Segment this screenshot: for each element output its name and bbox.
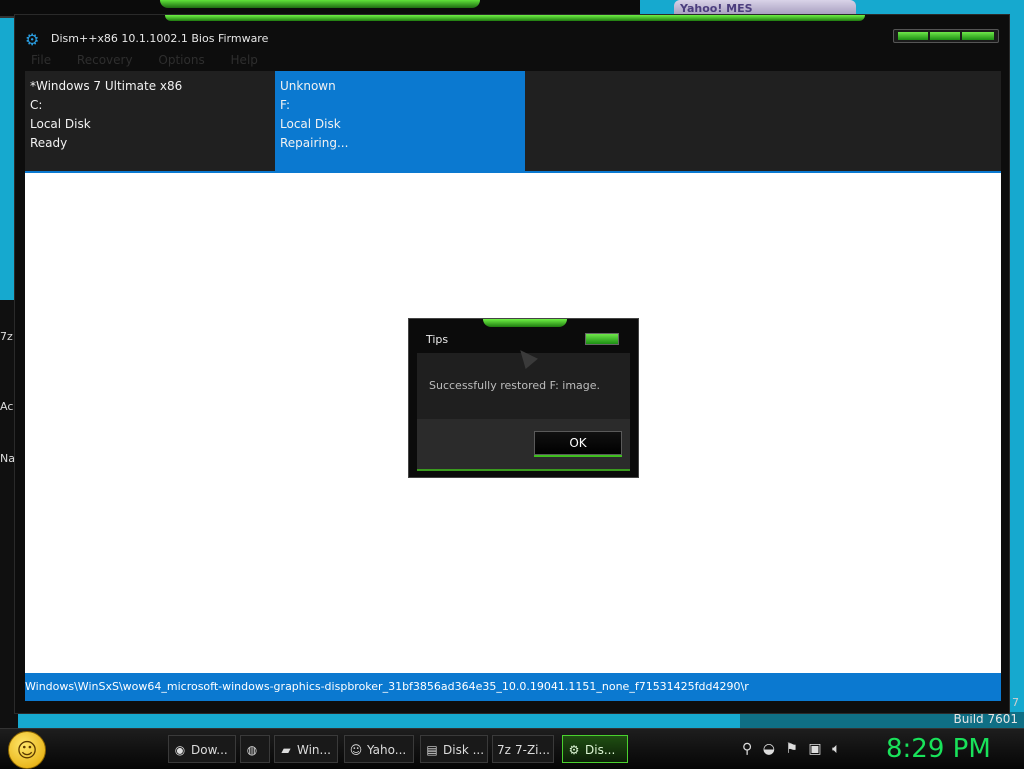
strip-label-ac: Ac bbox=[0, 400, 14, 413]
task-label: Win... bbox=[297, 743, 331, 757]
session-drive: F: bbox=[280, 98, 291, 112]
disk-icon: ▤ bbox=[426, 743, 438, 757]
session-unknown[interactable]: Unknown F: Local Disk Repairing... bbox=[275, 71, 525, 171]
task-windows-explorer[interactable]: ▰ Win... bbox=[274, 735, 338, 763]
window-title: Dism++x86 10.1.1002.1 Bios Firmware bbox=[51, 32, 269, 45]
task-label: Dow... bbox=[191, 743, 228, 757]
task-label: Disk ... bbox=[443, 743, 485, 757]
task-7zip[interactable]: 7z 7-Zi... bbox=[492, 735, 554, 763]
dialog-title: Tips bbox=[426, 333, 449, 346]
dialog-close-button[interactable] bbox=[585, 333, 619, 345]
dialog-footer: OK bbox=[417, 419, 630, 471]
session-drive: C: bbox=[30, 98, 43, 112]
maximize-button[interactable] bbox=[930, 32, 960, 40]
session-name: *Windows 7 Ultimate x86 bbox=[30, 79, 183, 93]
folder-icon: ▰ bbox=[281, 743, 291, 757]
volume-icon[interactable]: 🔈︎ bbox=[832, 741, 840, 757]
close-button[interactable] bbox=[962, 32, 994, 40]
task-dism[interactable]: ⚙ Dis... bbox=[562, 735, 628, 763]
search-icon[interactable]: ⚲ bbox=[742, 741, 752, 757]
session-list: *Windows 7 Ultimate x86 C: Local Disk Re… bbox=[25, 71, 1001, 171]
dialog-glow bbox=[483, 319, 567, 327]
action-center-flag-icon[interactable]: ⚑ bbox=[785, 741, 798, 757]
task-chrome-downloads[interactable]: ◉ Dow... bbox=[168, 735, 236, 763]
title-bar[interactable]: ⚙ Dism++x86 10.1.1002.1 Bios Firmware bbox=[15, 29, 1009, 53]
menu-recovery[interactable]: Recovery bbox=[77, 53, 133, 67]
chrome-icon: ◉ bbox=[174, 743, 186, 757]
ok-button[interactable]: OK bbox=[534, 431, 622, 455]
messenger-status-icon[interactable]: ◒ bbox=[763, 741, 775, 757]
session-windows7[interactable]: *Windows 7 Ultimate x86 C: Local Disk Re… bbox=[25, 71, 275, 171]
session-type: Local Disk bbox=[280, 117, 341, 131]
system-tray: ⚲ ◒ ⚑ ▣ 🔈︎ bbox=[742, 735, 847, 763]
task-label: Dis... bbox=[585, 743, 616, 757]
menu-options[interactable]: Options bbox=[158, 53, 204, 67]
yahoo-messenger-icon: ☺ bbox=[349, 743, 363, 757]
menu-bar: File Recovery Options Help bbox=[25, 53, 1001, 69]
build-watermark: Build 7601 bbox=[953, 712, 1018, 726]
task-label: Yaho... bbox=[367, 743, 407, 757]
firefox-icon: ◍ bbox=[246, 743, 258, 757]
task-disk[interactable]: ▤ Disk ... bbox=[420, 735, 488, 763]
title-glow bbox=[165, 15, 865, 21]
status-bar-path: Windows\WinSxS\wow64_microsoft-windows-g… bbox=[25, 673, 1001, 701]
session-name: Unknown bbox=[280, 79, 336, 93]
dism-icon: ⚙ bbox=[568, 743, 580, 757]
task-firefox[interactable]: ◍ bbox=[240, 735, 270, 763]
dialog-message: Successfully restored F: image. bbox=[429, 379, 601, 392]
task-yahoo-messenger[interactable]: ☺ Yaho... bbox=[344, 735, 414, 763]
session-status: Repairing... bbox=[280, 136, 349, 150]
session-status: Ready bbox=[30, 136, 68, 150]
window-controls bbox=[893, 29, 999, 43]
background-window-glow bbox=[160, 0, 480, 8]
start-button-smiley-icon[interactable]: ☺ bbox=[8, 731, 46, 769]
network-icon[interactable]: ▣ bbox=[808, 741, 821, 757]
menu-file[interactable]: File bbox=[31, 53, 51, 67]
task-label: 7-Zi... bbox=[515, 743, 550, 757]
7zip-icon: 7z bbox=[497, 743, 511, 757]
taskbar: ☺ ◉ Dow... ◍ ▰ Win... ☺ Yaho... ▤ Disk ... 7… bbox=[0, 728, 1024, 769]
7zip-strip-glyph: 7z bbox=[0, 330, 13, 343]
tips-dialog: Tips Successfully restored F: image. OK bbox=[408, 318, 639, 478]
minimize-button[interactable] bbox=[898, 32, 928, 40]
menu-help[interactable]: Help bbox=[231, 53, 258, 67]
strip-label-na: Na bbox=[0, 452, 15, 465]
taskbar-clock[interactable]: 8:29 PM bbox=[886, 731, 991, 767]
gears-icon: ⚙ bbox=[25, 30, 40, 49]
corner-digit: 7 bbox=[1012, 696, 1019, 709]
session-type: Local Disk bbox=[30, 117, 91, 131]
